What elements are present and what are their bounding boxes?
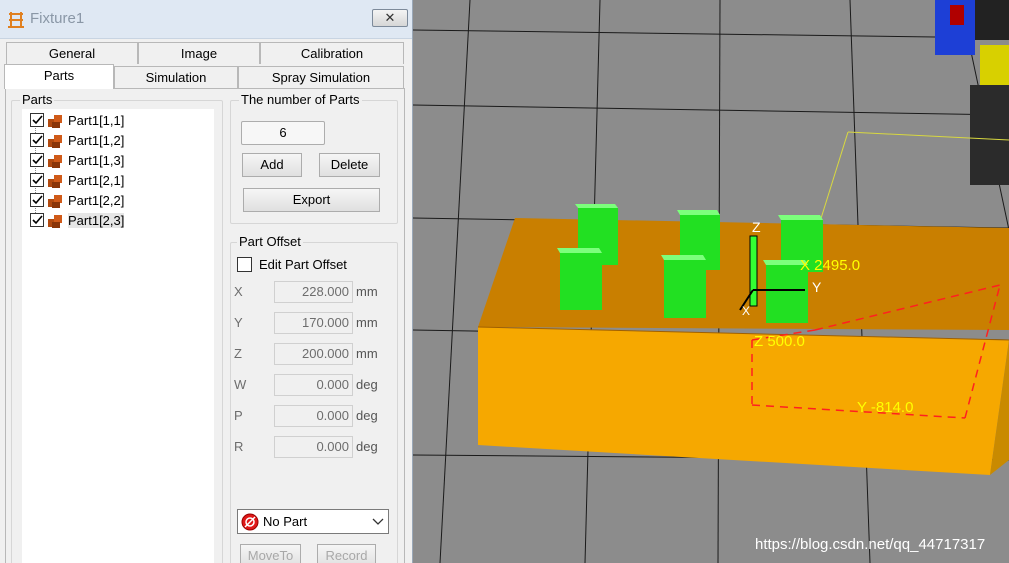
- offset-y-field[interactable]: 170.000: [274, 312, 353, 334]
- tab-image[interactable]: Image: [138, 42, 260, 64]
- part-select[interactable]: No Part: [237, 509, 389, 534]
- edit-part-offset-label: Edit Part Offset: [259, 257, 347, 272]
- offset-row-w: W 0.000 deg: [234, 374, 394, 396]
- number-of-parts-value: 6: [241, 121, 325, 145]
- offset-x-field[interactable]: 228.000: [274, 281, 353, 303]
- no-part-icon: [241, 513, 259, 531]
- part-checkbox[interactable]: [30, 193, 44, 207]
- offset-axis-label: Z: [234, 346, 242, 361]
- part-icon: [48, 195, 62, 208]
- tree-item-part-1-1[interactable]: Part1[1,1]: [22, 111, 212, 131]
- checkmark-icon: [32, 115, 43, 125]
- number-of-parts-label: The number of Parts: [239, 92, 362, 107]
- part-checkbox[interactable]: [30, 113, 44, 127]
- offset-r-field[interactable]: 0.000: [274, 436, 353, 458]
- checkmark-icon: [32, 155, 43, 165]
- offset-row-r: R 0.000 deg: [234, 436, 394, 458]
- offset-axis-label: P: [234, 408, 243, 423]
- moveto-button[interactable]: MoveTo: [240, 544, 301, 563]
- offset-unit: deg: [356, 408, 378, 423]
- fixture-slab: [477, 218, 1009, 475]
- tab-parts[interactable]: Parts: [4, 64, 114, 89]
- fixture-icon: [8, 12, 24, 28]
- tree-item-part-2-2[interactable]: Part1[2,2]: [22, 191, 212, 211]
- offset-axis-label: Y: [234, 315, 243, 330]
- add-button[interactable]: Add: [242, 153, 302, 177]
- offset-axis-label: W: [234, 377, 247, 392]
- part-icon: [48, 115, 62, 128]
- tab-simulation[interactable]: Simulation: [114, 66, 238, 88]
- tree-item-label: Part1[1,1]: [68, 113, 125, 128]
- close-icon: ✕: [384, 10, 396, 25]
- dimension-label-x: X 2495.0: [800, 257, 860, 274]
- export-button[interactable]: Export: [243, 188, 380, 212]
- offset-p-field[interactable]: 0.000: [274, 405, 353, 427]
- part-checkbox[interactable]: [30, 153, 44, 167]
- chevron-down-icon: [372, 518, 384, 525]
- offset-row-z: Z 200.000 mm: [234, 343, 394, 365]
- axis-label-y: Y: [812, 279, 822, 295]
- tree-item-label: Part1[1,2]: [68, 133, 125, 148]
- tree-item-label: Part1[2,1]: [68, 173, 125, 188]
- part-offset-label: Part Offset: [237, 234, 303, 249]
- close-button[interactable]: ✕: [372, 9, 408, 27]
- window-title: Fixture1: [30, 10, 85, 27]
- axis-label-z: Z: [752, 219, 761, 235]
- fixture-dialog: Fixture1 ✕ General Image Calibration Par…: [0, 0, 413, 563]
- tree-item-label: Part1[2,3]: [68, 213, 125, 228]
- tree-item-label: Part1[1,3]: [68, 153, 125, 168]
- tree-item-part-1-3[interactable]: Part1[1,3]: [22, 151, 212, 171]
- axis-label-x: X: [742, 304, 750, 318]
- checkmark-icon: [32, 175, 43, 185]
- part-icon: [48, 175, 62, 188]
- offset-w-field[interactable]: 0.000: [274, 374, 353, 396]
- offset-unit: mm: [356, 284, 378, 299]
- parts-tree[interactable]: Part1[1,1] Part1[1,2] Part1[1,3] Part1[2…: [22, 109, 214, 563]
- offset-unit: deg: [356, 377, 378, 392]
- part-cubes: [557, 204, 823, 323]
- offset-row-x: X 228.000 mm: [234, 281, 394, 303]
- record-button[interactable]: Record: [317, 544, 376, 563]
- dimension-label-y: Y -814.0: [857, 399, 913, 416]
- tree-item-part-2-1[interactable]: Part1[2,1]: [22, 171, 212, 191]
- part-checkbox[interactable]: [30, 213, 44, 227]
- part-icon: [48, 155, 62, 168]
- offset-z-field[interactable]: 200.000: [274, 343, 353, 365]
- offset-unit: mm: [356, 315, 378, 330]
- tree-item-label: Part1[2,2]: [68, 193, 125, 208]
- tree-item-part-2-3[interactable]: Part1[2,3]: [22, 211, 212, 231]
- checkmark-icon: [32, 215, 43, 225]
- offset-axis-label: X: [234, 284, 243, 299]
- edit-part-offset-checkbox[interactable]: [237, 257, 252, 272]
- tab-spray-simulation[interactable]: Spray Simulation: [238, 66, 404, 88]
- part-cube: [557, 248, 602, 310]
- offset-row-y: Y 170.000 mm: [234, 312, 394, 334]
- watermark: https://blog.csdn.net/qq_44717317: [755, 536, 986, 553]
- offset-row-p: P 0.000 deg: [234, 405, 394, 427]
- part-checkbox[interactable]: [30, 133, 44, 147]
- checkmark-icon: [32, 135, 43, 145]
- part-select-value: No Part: [263, 514, 308, 529]
- parts-group-label: Parts: [20, 92, 55, 107]
- checkmark-icon: [32, 195, 43, 205]
- tree-item-part-1-2[interactable]: Part1[1,2]: [22, 131, 212, 151]
- offset-unit: deg: [356, 439, 378, 454]
- dimension-label-z: Z 500.0: [754, 333, 805, 350]
- tab-calibration[interactable]: Calibration: [260, 42, 404, 64]
- title-bar[interactable]: Fixture1 ✕: [0, 0, 412, 39]
- part-icon: [48, 135, 62, 148]
- offset-axis-label: R: [234, 439, 244, 454]
- part-icon: [48, 215, 62, 228]
- part-checkbox[interactable]: [30, 173, 44, 187]
- part-cube: [661, 255, 706, 318]
- tab-general[interactable]: General: [6, 42, 138, 64]
- delete-button[interactable]: Delete: [319, 153, 380, 177]
- offset-unit: mm: [356, 346, 378, 361]
